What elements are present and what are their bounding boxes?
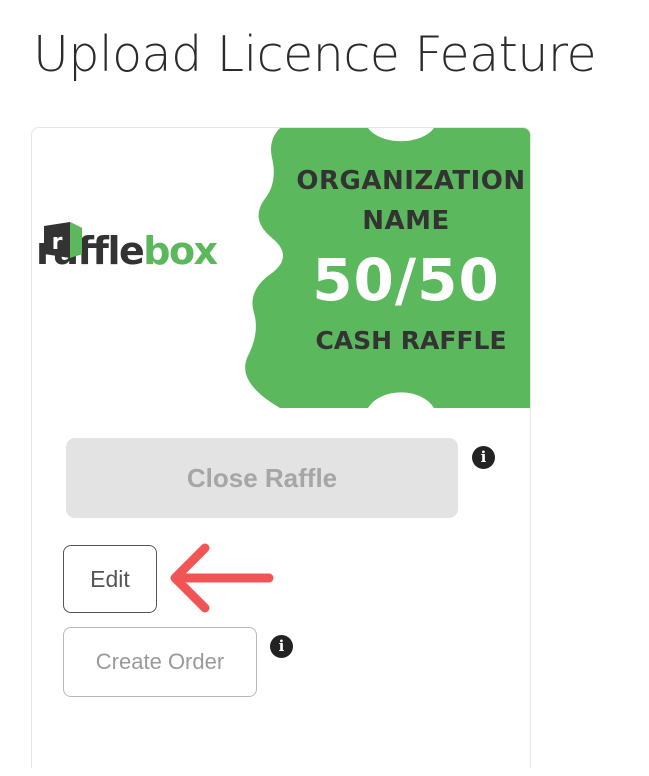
ticket-subtitle: CASH RAFFLE <box>315 326 507 355</box>
ticket-org-line1: ORGANIZATION <box>296 166 526 196</box>
create-order-info-icon[interactable]: i <box>270 635 293 658</box>
left-arrow-icon <box>170 543 274 613</box>
edit-button[interactable]: Edit <box>63 545 157 613</box>
create-order-button[interactable]: Create Order <box>63 627 257 697</box>
close-raffle-button[interactable]: Close Raffle <box>66 438 458 518</box>
card-edge-mask <box>531 536 571 776</box>
page-title: Upload Licence Feature <box>33 26 597 83</box>
svg-text:r: r <box>52 230 63 255</box>
rafflebox-cube-icon: r <box>44 222 82 258</box>
ticket-org-line2: NAME <box>362 206 450 236</box>
ticket-headline: 50/50 <box>312 246 500 314</box>
logo-text-box: box <box>143 229 218 273</box>
raffle-ticket-image: raffle box r ORGANIZATION NAME 50/50 CASH… <box>32 128 530 410</box>
close-raffle-info-icon[interactable]: i <box>472 446 495 469</box>
rafflebox-logo: raffle box r <box>36 220 218 273</box>
